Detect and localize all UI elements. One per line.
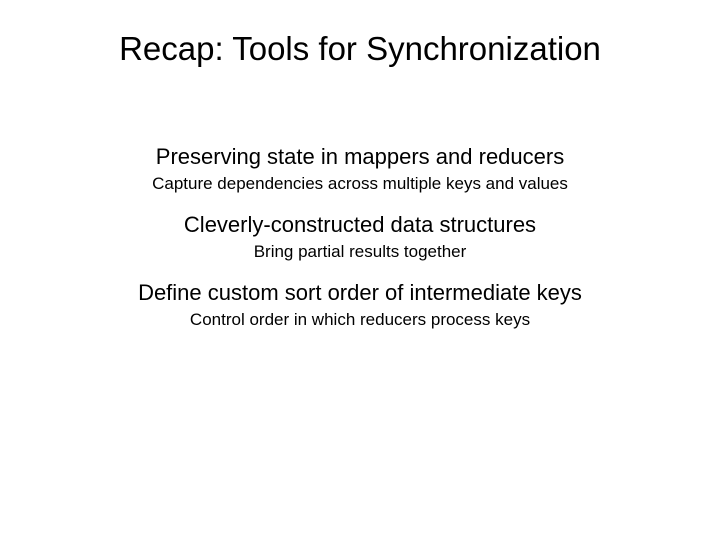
- point-group: Cleverly-constructed data structures Bri…: [0, 212, 720, 262]
- point-main: Define custom sort order of intermediate…: [0, 280, 720, 306]
- slide-title: Recap: Tools for Synchronization: [0, 30, 720, 68]
- point-group: Preserving state in mappers and reducers…: [0, 144, 720, 194]
- point-main: Cleverly-constructed data structures: [0, 212, 720, 238]
- point-sub: Control order in which reducers process …: [0, 310, 720, 330]
- slide: Recap: Tools for Synchronization Preserv…: [0, 0, 720, 540]
- point-main: Preserving state in mappers and reducers: [0, 144, 720, 170]
- slide-body: Preserving state in mappers and reducers…: [0, 130, 720, 348]
- point-sub: Capture dependencies across multiple key…: [0, 174, 720, 194]
- point-group: Define custom sort order of intermediate…: [0, 280, 720, 330]
- point-sub: Bring partial results together: [0, 242, 720, 262]
